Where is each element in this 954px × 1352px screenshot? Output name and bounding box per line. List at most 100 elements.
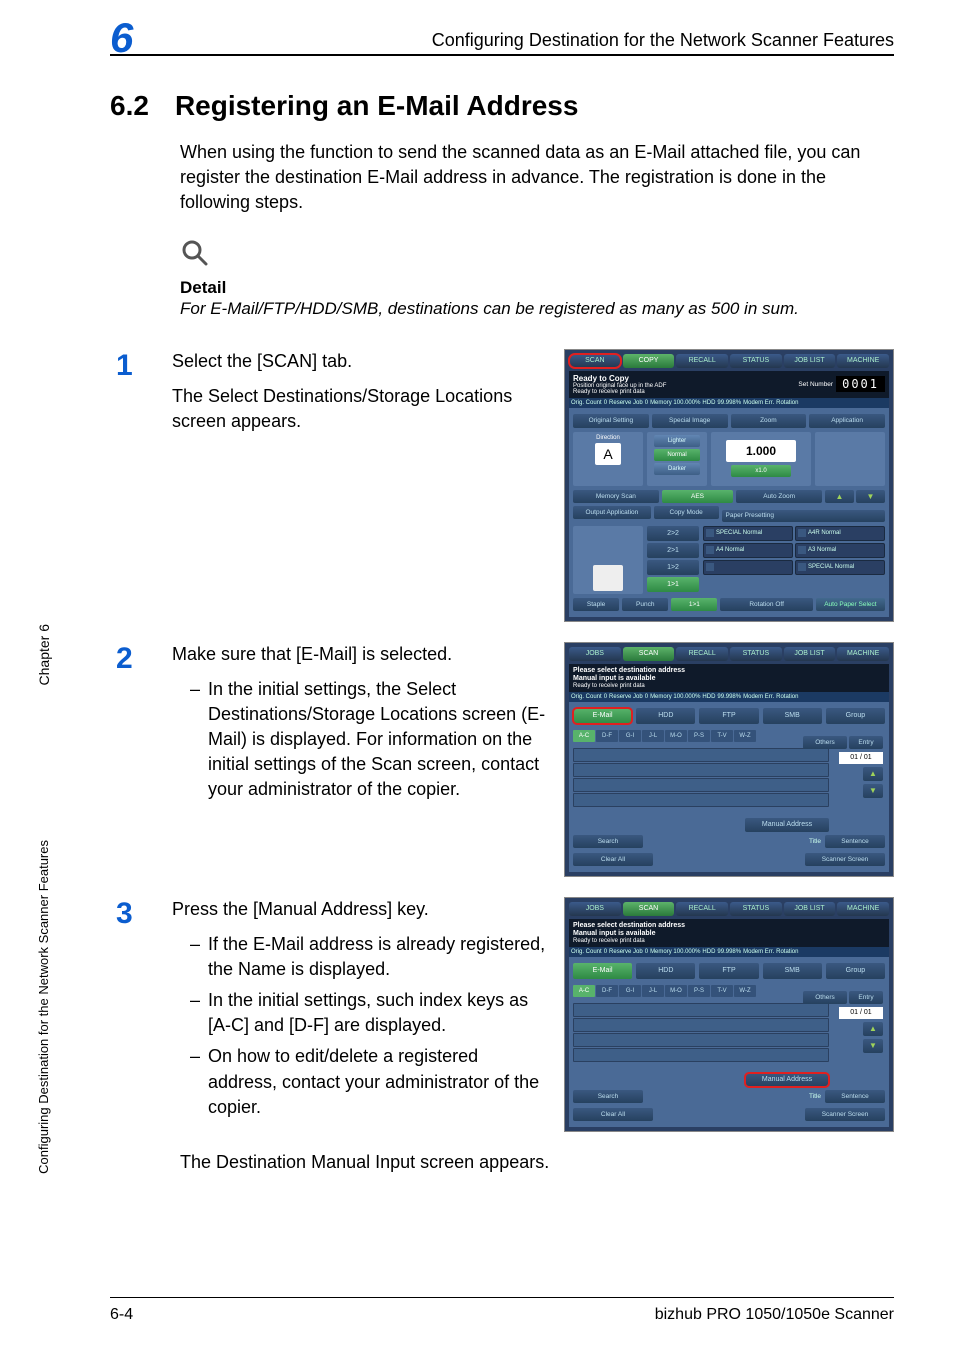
btn-normal[interactable]: Normal [654, 449, 700, 461]
btn-clear-all[interactable]: Clear All [573, 853, 653, 866]
dtab-hdd[interactable]: HDD [636, 708, 695, 724]
tab2-recall[interactable]: RECALL [676, 647, 728, 661]
list-item[interactable] [573, 748, 829, 762]
btn-darker[interactable]: Darker [654, 463, 700, 475]
btn-memory-scan[interactable]: Memory Scan [573, 490, 659, 503]
tab2-scan[interactable]: SCAN [623, 647, 675, 661]
tab3-scan[interactable]: SCAN [623, 902, 675, 916]
btn-others[interactable]: Others [803, 736, 847, 749]
tray-2[interactable]: A4R Normal [795, 526, 885, 541]
btn-mode-2-1[interactable]: 2>1 [647, 543, 699, 558]
tab3-recall[interactable]: RECALL [676, 902, 728, 916]
tray-6[interactable]: SPECIAL Normal [795, 560, 885, 575]
idx3-df[interactable]: D-F [596, 985, 618, 997]
btn-arrow-down[interactable]: ▼ [856, 490, 885, 503]
tab-joblist[interactable]: JOB LIST [784, 354, 836, 368]
dtab-email[interactable]: E-Mail [573, 708, 632, 724]
list-item[interactable] [573, 793, 829, 807]
btn-mode-1-1[interactable]: 1>1 [647, 577, 699, 592]
dtab-group[interactable]: Group [826, 708, 885, 724]
idx3-mo[interactable]: M-O [665, 985, 687, 997]
btn-mode-2-2[interactable]: 2>2 [647, 526, 699, 541]
tab-recall[interactable]: RECALL [676, 354, 728, 368]
btn3-page-down[interactable]: ▼ [863, 1039, 883, 1053]
application-card[interactable] [815, 432, 885, 486]
dtab3-smb[interactable]: SMB [763, 963, 822, 979]
dtab3-ftp[interactable]: FTP [699, 963, 758, 979]
dtab3-group[interactable]: Group [826, 963, 885, 979]
tab-status[interactable]: STATUS [730, 354, 782, 368]
btn-zoom[interactable]: Zoom [731, 414, 807, 428]
btn3-others[interactable]: Others [803, 991, 847, 1004]
btn-manual-address[interactable]: Manual Address [745, 818, 829, 832]
tab-scan[interactable]: SCAN [569, 354, 621, 368]
idx-mo[interactable]: M-O [665, 730, 687, 742]
tab-machine[interactable]: MACHINE [837, 354, 889, 368]
btn-mode-1-2[interactable]: 1>2 [647, 560, 699, 575]
idx3-wz[interactable]: W-Z [734, 985, 756, 997]
btn-auto-zoom[interactable]: Auto Zoom [736, 490, 822, 503]
list-item[interactable] [573, 763, 829, 777]
idx3-ps[interactable]: P-S [688, 985, 710, 997]
btn-original-setting[interactable]: Original Setting [573, 414, 649, 428]
list-item[interactable] [573, 1048, 829, 1062]
list-item[interactable] [573, 1003, 829, 1017]
idx-jl[interactable]: J-L [642, 730, 664, 742]
dtab-smb[interactable]: SMB [763, 708, 822, 724]
btn-auto-paper[interactable]: Auto Paper Select [816, 598, 885, 611]
btn3-clear-all[interactable]: Clear All [573, 1108, 653, 1121]
list-item[interactable] [573, 778, 829, 792]
btn3-sentence[interactable]: Sentence [825, 1090, 885, 1103]
btn-page-up[interactable]: ▲ [863, 767, 883, 781]
btn-page-down[interactable]: ▼ [863, 784, 883, 798]
dtab3-hdd[interactable]: HDD [636, 963, 695, 979]
tab2-machine[interactable]: MACHINE [837, 647, 889, 661]
btn3-page-up[interactable]: ▲ [863, 1022, 883, 1036]
btn-search[interactable]: Search [573, 835, 643, 848]
tab-copy[interactable]: COPY [623, 354, 675, 368]
btn3-entry[interactable]: Entry [849, 991, 883, 1004]
btn-rotation-off[interactable]: Rotation Off [720, 598, 812, 611]
idx-ps[interactable]: P-S [688, 730, 710, 742]
idx3-tv[interactable]: T-V [711, 985, 733, 997]
idx-ac[interactable]: A-C [573, 730, 595, 742]
btn3-search[interactable]: Search [573, 1090, 643, 1103]
idx3-ac[interactable]: A-C [573, 985, 595, 997]
output-card[interactable] [573, 526, 643, 594]
direction-card[interactable]: Direction A [573, 432, 643, 486]
idx3-gi[interactable]: G-I [619, 985, 641, 997]
tray-1[interactable]: SPECIAL Normal [703, 526, 793, 541]
tab3-joblist[interactable]: JOB LIST [784, 902, 836, 916]
idx3-jl[interactable]: J-L [642, 985, 664, 997]
btn-punch[interactable]: Punch [622, 598, 668, 611]
btn-zoom-x1[interactable]: x1.0 [731, 465, 791, 477]
tray-3[interactable]: A4 Normal [703, 543, 793, 558]
tab3-jobs[interactable]: JOBS [569, 902, 621, 916]
btn-application[interactable]: Application [809, 414, 885, 428]
btn-aes[interactable]: AES [662, 490, 733, 503]
tab3-machine[interactable]: MACHINE [837, 902, 889, 916]
btn-entry[interactable]: Entry [849, 736, 883, 749]
btn3-scanner-screen[interactable]: Scanner Screen [805, 1108, 885, 1121]
list-item[interactable] [573, 1018, 829, 1032]
btn-special-image[interactable]: Special Image [652, 414, 728, 428]
btn-lighter[interactable]: Lighter [654, 435, 700, 447]
tab2-joblist[interactable]: JOB LIST [784, 647, 836, 661]
idx-df[interactable]: D-F [596, 730, 618, 742]
idx-wz[interactable]: W-Z [734, 730, 756, 742]
btn-arrow-up[interactable]: ▲ [825, 490, 854, 503]
btn-output-app[interactable]: Output Application [573, 506, 651, 519]
idx-tv[interactable]: T-V [711, 730, 733, 742]
dtab3-email[interactable]: E-Mail [573, 963, 632, 979]
tray-5[interactable] [703, 560, 793, 575]
btn-1-1[interactable]: 1>1 [671, 598, 717, 611]
btn-staple[interactable]: Staple [573, 598, 619, 611]
btn-scanner-screen[interactable]: Scanner Screen [805, 853, 885, 866]
btn3-manual-address[interactable]: Manual Address [745, 1073, 829, 1087]
tray-4[interactable]: A3 Normal [795, 543, 885, 558]
tab2-status[interactable]: STATUS [730, 647, 782, 661]
idx-gi[interactable]: G-I [619, 730, 641, 742]
list-item[interactable] [573, 1033, 829, 1047]
tab2-jobs[interactable]: JOBS [569, 647, 621, 661]
dtab-ftp[interactable]: FTP [699, 708, 758, 724]
